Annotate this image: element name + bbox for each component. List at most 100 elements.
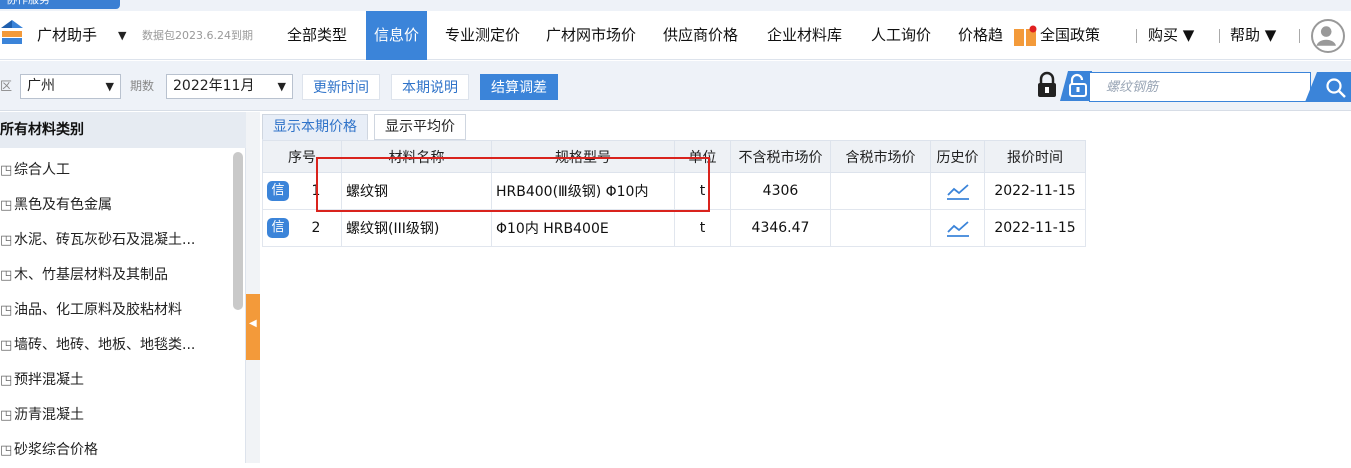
- region-label: 区: [0, 79, 13, 93]
- app-logo-icon: [1, 20, 23, 44]
- folder-icon: ◳: [0, 408, 13, 423]
- col-header: 规格型号: [491, 140, 675, 173]
- search-icon: [1326, 78, 1346, 98]
- top-strip: 协作服务: [0, 0, 1351, 11]
- period-label: 期数: [130, 79, 155, 93]
- trend-chart-icon[interactable]: [946, 182, 970, 200]
- period-note-button[interactable]: 本期说明: [391, 74, 469, 100]
- collab-service-tab[interactable]: 协作服务: [0, 0, 120, 9]
- category-label: 预拌混凝土: [14, 372, 84, 388]
- category-label: 综合人工: [14, 162, 70, 178]
- update-time-button[interactable]: 更新时间: [302, 74, 380, 100]
- row-index: 信 1: [262, 172, 342, 210]
- folder-icon: ◳: [0, 303, 13, 318]
- category-item[interactable]: ◳ 水泥、砖瓦灰砂石及混凝土...: [0, 223, 195, 258]
- category-item[interactable]: ◳ 预拌混凝土: [0, 363, 84, 398]
- menu-price-trend[interactable]: 价格趋: [958, 11, 1013, 60]
- category-item[interactable]: ◳ 沥青混凝土: [0, 398, 84, 433]
- category-item[interactable]: ◳ 黑色及有色金属: [0, 188, 112, 223]
- category-item[interactable]: ◳ 木、竹基层材料及其制品: [0, 258, 168, 293]
- unlock-icon[interactable]: [1060, 71, 1092, 101]
- col-header: 材料名称: [341, 140, 492, 173]
- col-header: 序号: [262, 140, 342, 173]
- menu-all-types[interactable]: 全部类型: [287, 11, 347, 60]
- table-row[interactable]: 信 2 螺纹钢(III级钢) Φ10内 HRB400E t 4346.47 20…: [262, 209, 1086, 247]
- folder-icon: ◳: [0, 163, 13, 178]
- menu-enterprise-library[interactable]: 企业材料库: [767, 11, 842, 60]
- region-value: 广州: [27, 78, 55, 94]
- period-value: 2022年11月: [173, 78, 255, 94]
- category-label: 沥青混凝土: [14, 407, 84, 423]
- unit: t: [674, 172, 731, 210]
- category-label: 砂浆综合价格: [14, 442, 98, 458]
- settle-adjust-button[interactable]: 结算调差: [480, 74, 558, 100]
- sidebar-header: 所有材料类别: [0, 112, 246, 148]
- menu-info-price[interactable]: 信息价: [366, 11, 428, 60]
- menu-professional-price[interactable]: 专业测定价: [445, 11, 520, 60]
- menu-market-price[interactable]: 广材网市场价: [546, 11, 636, 60]
- history-price-cell[interactable]: [930, 172, 985, 210]
- price-ex-tax: 4306: [730, 172, 831, 210]
- price-ex-tax: 4346.47: [730, 209, 831, 247]
- menu-separator: [1219, 29, 1220, 43]
- search-input[interactable]: [1090, 73, 1290, 101]
- help-menu[interactable]: 帮助 ▼: [1230, 11, 1276, 60]
- splitter: [246, 112, 260, 463]
- folder-icon: ◳: [0, 373, 13, 388]
- table-row[interactable]: 信 1 螺纹钢 HRB400(Ⅲ级钢) Φ10内 t 4306 2022-11-…: [262, 172, 1086, 210]
- menu-labor-inquiry[interactable]: 人工询价: [871, 11, 931, 60]
- menu-supplier-price[interactable]: 供应商价格: [663, 11, 738, 60]
- price-table: 序号 材料名称 规格型号 单位 不含税市场价 含税市场价 历史价 报价时间 信 …: [262, 140, 1086, 247]
- row-number: 1: [311, 183, 321, 199]
- info-badge: 信: [267, 218, 289, 238]
- tab-average-price[interactable]: 显示平均价: [374, 114, 466, 140]
- folder-icon: ◳: [0, 198, 13, 213]
- category-item[interactable]: ◳ 油品、化工原料及胶粘材料: [0, 293, 182, 328]
- chevron-down-icon: ▼: [277, 80, 286, 93]
- category-label: 水泥、砖瓦灰砂石及混凝土...: [14, 232, 196, 248]
- col-header: 报价时间: [984, 140, 1086, 173]
- trend-chart-icon[interactable]: [946, 219, 970, 237]
- category-label: 木、竹基层材料及其制品: [14, 267, 168, 283]
- material-spec: HRB400(Ⅲ级钢) Φ10内: [491, 172, 675, 210]
- lock-icon[interactable]: [1034, 71, 1060, 99]
- search-button[interactable]: [1305, 72, 1351, 102]
- sidebar-scrollbar[interactable]: [233, 152, 243, 310]
- col-header: 含税市场价: [830, 140, 931, 173]
- folder-icon: ◳: [0, 233, 13, 248]
- menu-separator: [1299, 29, 1300, 43]
- row-number: 2: [311, 220, 321, 236]
- tab-current-price[interactable]: 显示本期价格: [262, 114, 368, 140]
- search-box: [1089, 72, 1311, 102]
- policy-book-icon: [1014, 25, 1037, 46]
- user-avatar-icon[interactable]: [1311, 19, 1345, 53]
- category-item[interactable]: ◳ 墙砖、地砖、地板、地毯类...: [0, 328, 195, 363]
- category-label: 油品、化工原料及胶粘材料: [14, 302, 182, 318]
- folder-icon: ◳: [0, 338, 13, 353]
- price-inc-tax: [830, 172, 931, 210]
- chevron-left-icon: ◀: [249, 318, 257, 329]
- menu-separator: [1136, 29, 1137, 43]
- chevron-down-icon: ▼: [105, 80, 114, 93]
- history-price-cell[interactable]: [930, 209, 985, 247]
- collapse-sidebar-button[interactable]: ◀: [246, 294, 260, 360]
- region-select[interactable]: 广州 ▼: [20, 74, 121, 99]
- category-item[interactable]: ◳ 综合人工: [0, 153, 70, 188]
- col-header: 单位: [674, 140, 731, 173]
- material-spec: Φ10内 HRB400E: [491, 209, 675, 247]
- buy-menu[interactable]: 购买 ▼: [1148, 11, 1194, 60]
- unit: t: [674, 209, 731, 247]
- col-header: 历史价: [930, 140, 985, 173]
- brand-name[interactable]: 广材助手: [37, 11, 97, 60]
- material-name: 螺纹钢(III级钢): [341, 209, 492, 247]
- menubar: 广材助手 ▼ 数据包2023.6.24到期 全部类型 信息价 专业测定价 广材网…: [0, 11, 1351, 60]
- material-name: 螺纹钢: [341, 172, 492, 210]
- period-select[interactable]: 2022年11月 ▼: [166, 74, 293, 99]
- brand-dropdown-icon[interactable]: ▼: [118, 11, 126, 60]
- quote-date: 2022-11-15: [984, 172, 1086, 210]
- menu-national-policy[interactable]: 全国政策: [1040, 11, 1120, 60]
- folder-icon: ◳: [0, 268, 13, 283]
- quote-date: 2022-11-15: [984, 209, 1086, 247]
- category-label: 墙砖、地砖、地板、地毯类...: [14, 337, 196, 353]
- row-index: 信 2: [262, 209, 342, 247]
